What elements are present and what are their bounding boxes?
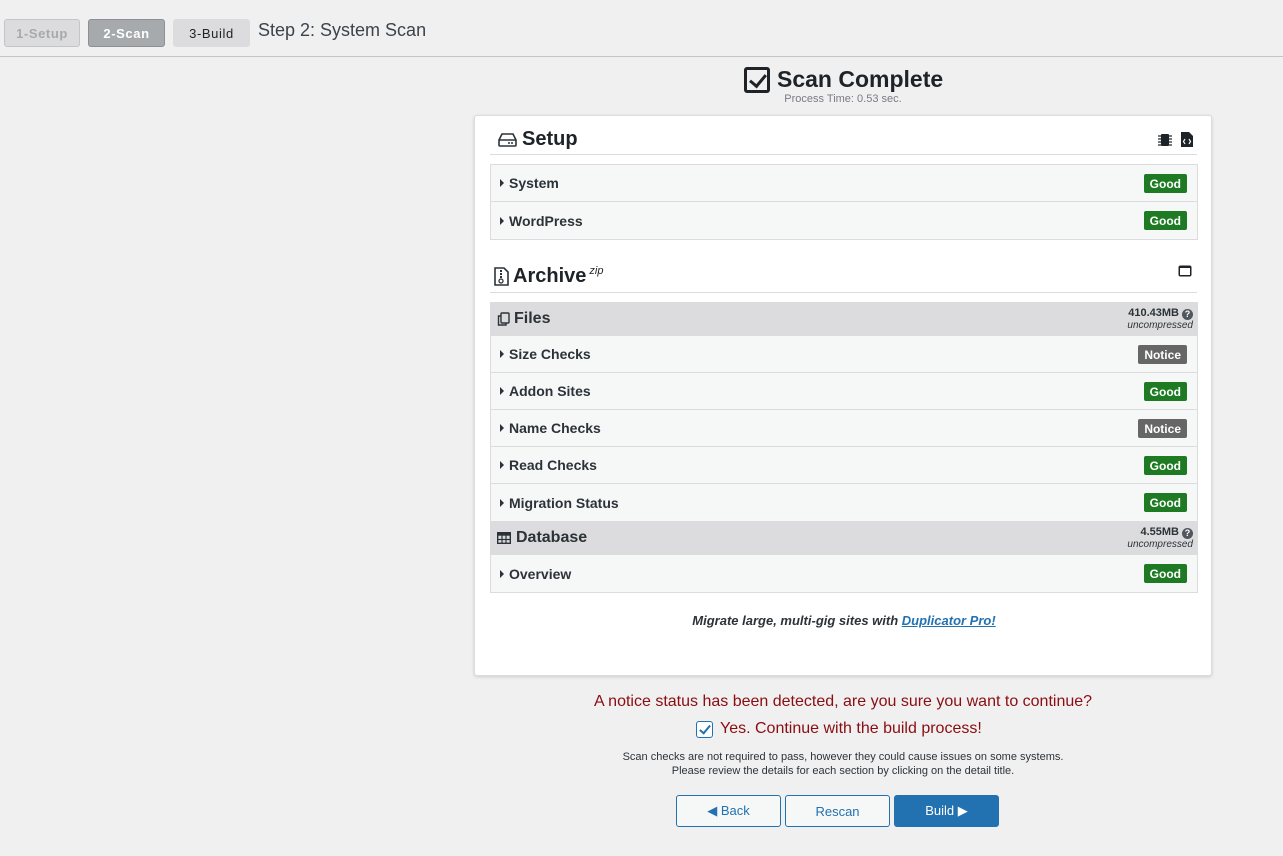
files-row-addon-sites[interactable]: Addon Sites Good bbox=[491, 373, 1197, 410]
setup-row-system[interactable]: System Good bbox=[491, 165, 1197, 202]
status-badge: Good bbox=[1143, 174, 1187, 193]
promo-text: Migrate large, multi-gig sites with Dupl… bbox=[475, 613, 1213, 628]
row-label: Overview bbox=[509, 565, 572, 582]
archive-format: zip bbox=[589, 265, 604, 278]
promo-label: Migrate large, multi-gig sites with bbox=[692, 613, 902, 628]
archive-title-text: Archive bbox=[513, 265, 587, 287]
setup-section-header: Setup bbox=[490, 125, 1197, 155]
row-label: Size Checks bbox=[509, 346, 591, 362]
database-size: 4.55MB? uncompressed bbox=[1127, 526, 1193, 551]
status-badge: Notice bbox=[1138, 345, 1187, 364]
caret-right-icon bbox=[500, 461, 504, 469]
build-button[interactable]: Build ▶ bbox=[894, 795, 999, 827]
hint-line-1: Scan checks are not required to pass, ho… bbox=[622, 751, 1064, 763]
row-label: System bbox=[509, 175, 559, 191]
caret-right-icon bbox=[500, 498, 504, 507]
status-badge: Good bbox=[1143, 564, 1187, 583]
file-code-icon[interactable] bbox=[1181, 132, 1193, 147]
window-icon[interactable] bbox=[1178, 265, 1192, 277]
files-row-migration-status[interactable]: Migration Status Good bbox=[491, 484, 1197, 522]
status-badge: Notice bbox=[1138, 419, 1187, 438]
caret-right-icon bbox=[500, 387, 504, 395]
database-row-overview[interactable]: Overview Good bbox=[491, 555, 1197, 592]
archive-title: Archive zip bbox=[513, 265, 603, 288]
step-setup: 1-Setup bbox=[4, 19, 80, 47]
database-title: Database bbox=[516, 529, 588, 546]
step-scan: 2-Scan bbox=[88, 19, 165, 47]
caret-right-icon bbox=[500, 424, 504, 432]
scan-hint: Scan checks are not required to pass, ho… bbox=[474, 750, 1212, 778]
database-size-note: uncompressed bbox=[1127, 539, 1193, 550]
process-time: Process Time: 0.53 sec. bbox=[784, 93, 902, 105]
caret-right-icon bbox=[500, 179, 504, 187]
status-badge: Good bbox=[1143, 493, 1187, 512]
archive-table: Files 410.43MB? uncompressed Size Checks… bbox=[490, 302, 1198, 593]
setup-row-wordpress[interactable]: WordPress Good bbox=[491, 202, 1197, 239]
help-icon[interactable]: ? bbox=[1182, 528, 1193, 539]
status-badge: Good bbox=[1143, 456, 1187, 475]
page-title: Step 2: System Scan bbox=[258, 20, 427, 40]
files-size: 410.43MB? uncompressed bbox=[1127, 307, 1193, 332]
files-row-size-checks[interactable]: Size Checks Notice bbox=[491, 336, 1197, 373]
setup-title: Setup bbox=[522, 128, 578, 150]
database-size-value: 4.55MB bbox=[1140, 526, 1179, 538]
continue-confirm[interactable]: Yes. Continue with the build process! bbox=[696, 720, 982, 738]
setup-table: System Good WordPress Good bbox=[490, 164, 1198, 240]
caret-right-icon bbox=[500, 569, 504, 578]
row-label: Name Checks bbox=[509, 420, 601, 436]
row-label: Migration Status bbox=[509, 494, 619, 511]
hint-line-2: Please review the details for each secti… bbox=[671, 765, 1015, 777]
scan-results-card: Setup System Good WordPress Good Archive… bbox=[474, 115, 1212, 676]
database-group-header: Database 4.55MB? uncompressed bbox=[491, 522, 1197, 555]
cpu-chip-icon[interactable] bbox=[1158, 133, 1172, 147]
confirm-checkbox[interactable] bbox=[696, 720, 713, 738]
caret-right-icon bbox=[500, 216, 504, 225]
copy-icon bbox=[497, 312, 510, 326]
hard-drive-icon bbox=[498, 132, 517, 147]
status-badge: Good bbox=[1143, 211, 1187, 230]
scan-title: Scan Complete bbox=[777, 66, 944, 92]
table-icon bbox=[497, 532, 511, 544]
files-size-value: 410.43MB bbox=[1128, 307, 1179, 319]
confirm-label[interactable]: Yes. Continue with the build process! bbox=[720, 720, 982, 738]
help-icon[interactable]: ? bbox=[1182, 309, 1193, 320]
status-badge: Good bbox=[1143, 382, 1187, 401]
step-build: 3-Build bbox=[173, 19, 250, 47]
files-row-read-checks[interactable]: Read Checks Good bbox=[491, 447, 1197, 484]
scan-complete-header: Scan Complete bbox=[744, 66, 943, 93]
rescan-button[interactable]: Rescan bbox=[785, 795, 890, 827]
files-title: Files bbox=[514, 310, 551, 327]
checkbox-checked-icon bbox=[744, 66, 770, 93]
row-label: Addon Sites bbox=[509, 383, 591, 399]
archive-section-header: Archive zip bbox=[490, 261, 1197, 293]
caret-right-icon bbox=[500, 350, 504, 358]
files-size-note: uncompressed bbox=[1127, 320, 1193, 331]
back-button[interactable]: ◀ Back bbox=[676, 795, 781, 827]
steps-bar: 1-Setup 2-Scan 3-Build Step 2: System Sc… bbox=[0, 0, 1283, 57]
files-row-name-checks[interactable]: Name Checks Notice bbox=[491, 410, 1197, 447]
files-group-header: Files 410.43MB? uncompressed bbox=[491, 303, 1197, 336]
row-label: WordPress bbox=[509, 212, 583, 229]
duplicator-pro-link[interactable]: Duplicator Pro! bbox=[902, 613, 996, 628]
notice-question: A notice status has been detected, are y… bbox=[593, 693, 1093, 710]
row-label: Read Checks bbox=[509, 457, 597, 473]
file-archive-icon bbox=[494, 267, 509, 286]
